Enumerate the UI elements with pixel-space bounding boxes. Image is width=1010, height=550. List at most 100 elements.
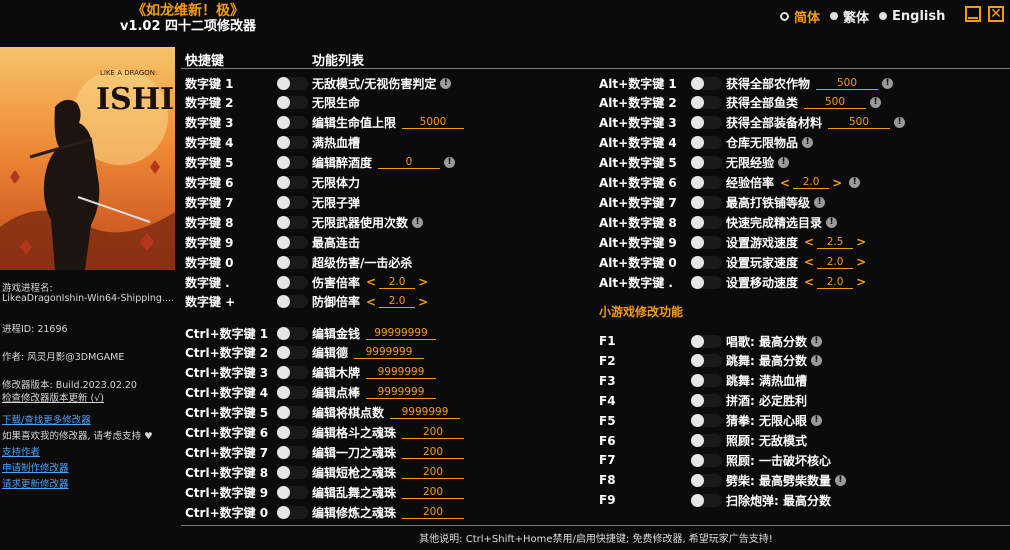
request-update-link[interactable]: 请求更新修改器 <box>2 479 69 490</box>
cheat-toggle[interactable] <box>277 386 308 400</box>
cheat-value-input[interactable]: 200 <box>402 486 465 499</box>
cheat-toggle[interactable] <box>277 366 308 380</box>
support-author-link[interactable]: 支持作者 <box>2 447 40 458</box>
cheat-toggle[interactable] <box>691 453 722 467</box>
cheat-toggle[interactable] <box>277 426 308 439</box>
info-icon[interactable]: ! <box>849 177 861 188</box>
cheat-toggle[interactable] <box>277 346 308 360</box>
cheat-toggle[interactable] <box>277 295 308 309</box>
info-icon[interactable]: ! <box>802 137 814 149</box>
check-update-link[interactable]: 检查修改器版本更新 (√) <box>2 390 174 404</box>
cheat-toggle[interactable] <box>277 116 308 130</box>
info-icon[interactable]: ! <box>412 216 424 228</box>
close-button[interactable]: ✕ <box>988 6 1004 22</box>
download-more-link[interactable]: 下载/查找更多修改器 <box>2 415 91 426</box>
decrease-arrow-icon[interactable]: < <box>804 275 814 289</box>
cheat-value-input[interactable]: 9999999 <box>354 346 425 360</box>
info-icon[interactable]: ! <box>778 157 790 169</box>
cheat-toggle[interactable] <box>277 215 308 229</box>
cheat-toggle[interactable] <box>691 275 722 289</box>
cheat-stepper-value[interactable]: 2.0 <box>793 176 830 189</box>
cheat-toggle[interactable] <box>277 195 308 209</box>
decrease-arrow-icon[interactable]: < <box>804 235 814 249</box>
cheat-toggle[interactable] <box>691 434 722 447</box>
cheat-value-input[interactable]: 200 <box>402 446 465 459</box>
increase-arrow-icon[interactable]: > <box>418 295 428 309</box>
cheat-value-input[interactable]: 99999999 <box>366 327 437 340</box>
info-icon[interactable]: ! <box>810 415 822 427</box>
cheat-toggle[interactable] <box>277 176 308 189</box>
decrease-arrow-icon[interactable]: < <box>366 275 376 289</box>
cheat-value-input[interactable]: 200 <box>402 426 465 439</box>
cheat-value-input[interactable]: 0 <box>378 156 441 170</box>
increase-arrow-icon[interactable]: > <box>832 176 842 190</box>
lang-option-simplified[interactable]: 简体 <box>780 7 820 26</box>
increase-arrow-icon[interactable]: > <box>856 255 866 269</box>
info-icon[interactable]: ! <box>826 216 838 228</box>
cheat-toggle[interactable] <box>691 215 722 229</box>
increase-arrow-icon[interactable]: > <box>856 275 866 289</box>
cheat-value-input[interactable]: 5000 <box>402 116 465 130</box>
cheat-value-input[interactable]: 200 <box>402 466 465 479</box>
cheat-toggle[interactable] <box>277 445 308 459</box>
cheat-toggle[interactable] <box>277 275 308 289</box>
cheat-value-input[interactable]: 9999999 <box>366 366 437 380</box>
cheat-toggle[interactable] <box>691 195 722 209</box>
cheat-toggle[interactable] <box>277 326 308 340</box>
info-icon[interactable]: ! <box>870 97 882 109</box>
decrease-arrow-icon[interactable]: < <box>780 176 790 190</box>
info-icon[interactable]: ! <box>440 77 452 89</box>
cheat-toggle[interactable] <box>691 334 722 348</box>
cheat-value-input[interactable]: 200 <box>402 506 465 519</box>
cheat-toggle[interactable] <box>277 76 308 90</box>
cheat-toggle[interactable] <box>277 505 308 519</box>
cheat-toggle[interactable] <box>691 354 722 368</box>
cheat-toggle[interactable] <box>691 116 722 130</box>
cheat-stepper-value[interactable]: 2.0 <box>379 295 416 309</box>
cheat-toggle[interactable] <box>691 473 722 487</box>
cheat-value-input[interactable]: 9999999 <box>390 406 461 420</box>
cheat-value-input[interactable]: 500 <box>828 116 891 130</box>
cheat-toggle[interactable] <box>691 255 722 269</box>
cheat-toggle[interactable] <box>277 406 308 420</box>
cheat-value-input[interactable]: 500 <box>816 77 879 90</box>
info-icon[interactable]: ! <box>882 77 894 89</box>
cheat-stepper-value[interactable]: 2.5 <box>817 236 854 249</box>
request-trainer-link[interactable]: 申请制作修改器 <box>2 463 69 474</box>
info-icon[interactable]: ! <box>810 335 822 347</box>
increase-arrow-icon[interactable]: > <box>856 235 866 249</box>
info-icon[interactable]: ! <box>810 355 822 367</box>
cheat-toggle[interactable] <box>277 156 308 170</box>
minimize-button[interactable] <box>965 6 981 22</box>
info-icon[interactable]: ! <box>894 117 906 129</box>
cheat-value-input[interactable]: 9999999 <box>366 386 437 400</box>
cheat-toggle[interactable] <box>277 485 308 499</box>
cheat-stepper-value[interactable]: 2.0 <box>379 276 416 289</box>
cheat-toggle[interactable] <box>277 96 308 110</box>
cheat-value-input[interactable]: 500 <box>804 96 867 110</box>
info-icon[interactable]: ! <box>814 196 826 208</box>
cheat-toggle[interactable] <box>691 374 722 388</box>
cheat-toggle[interactable] <box>691 176 722 189</box>
info-icon[interactable]: ! <box>834 474 846 486</box>
cheat-toggle[interactable] <box>691 394 722 408</box>
decrease-arrow-icon[interactable]: < <box>804 255 814 269</box>
cheat-toggle[interactable] <box>691 156 722 170</box>
cheat-toggle[interactable] <box>691 493 722 507</box>
lang-option-traditional[interactable]: 繁体 <box>830 7 869 26</box>
cheat-toggle[interactable] <box>277 465 308 479</box>
cheat-toggle[interactable] <box>277 255 308 269</box>
cheat-stepper-value[interactable]: 2.0 <box>817 276 854 289</box>
cheat-stepper-value[interactable]: 2.0 <box>817 256 854 269</box>
cheat-toggle[interactable] <box>277 136 308 150</box>
lang-option-english[interactable]: English <box>879 9 945 24</box>
cheat-toggle[interactable] <box>691 235 722 249</box>
decrease-arrow-icon[interactable]: < <box>366 295 376 309</box>
cheat-toggle[interactable] <box>691 414 722 428</box>
cheat-toggle[interactable] <box>691 136 722 150</box>
cheat-toggle[interactable] <box>691 96 722 110</box>
info-icon[interactable]: ! <box>444 157 456 169</box>
cheat-toggle[interactable] <box>691 76 722 90</box>
cheat-toggle[interactable] <box>277 235 308 249</box>
increase-arrow-icon[interactable]: > <box>418 275 428 289</box>
